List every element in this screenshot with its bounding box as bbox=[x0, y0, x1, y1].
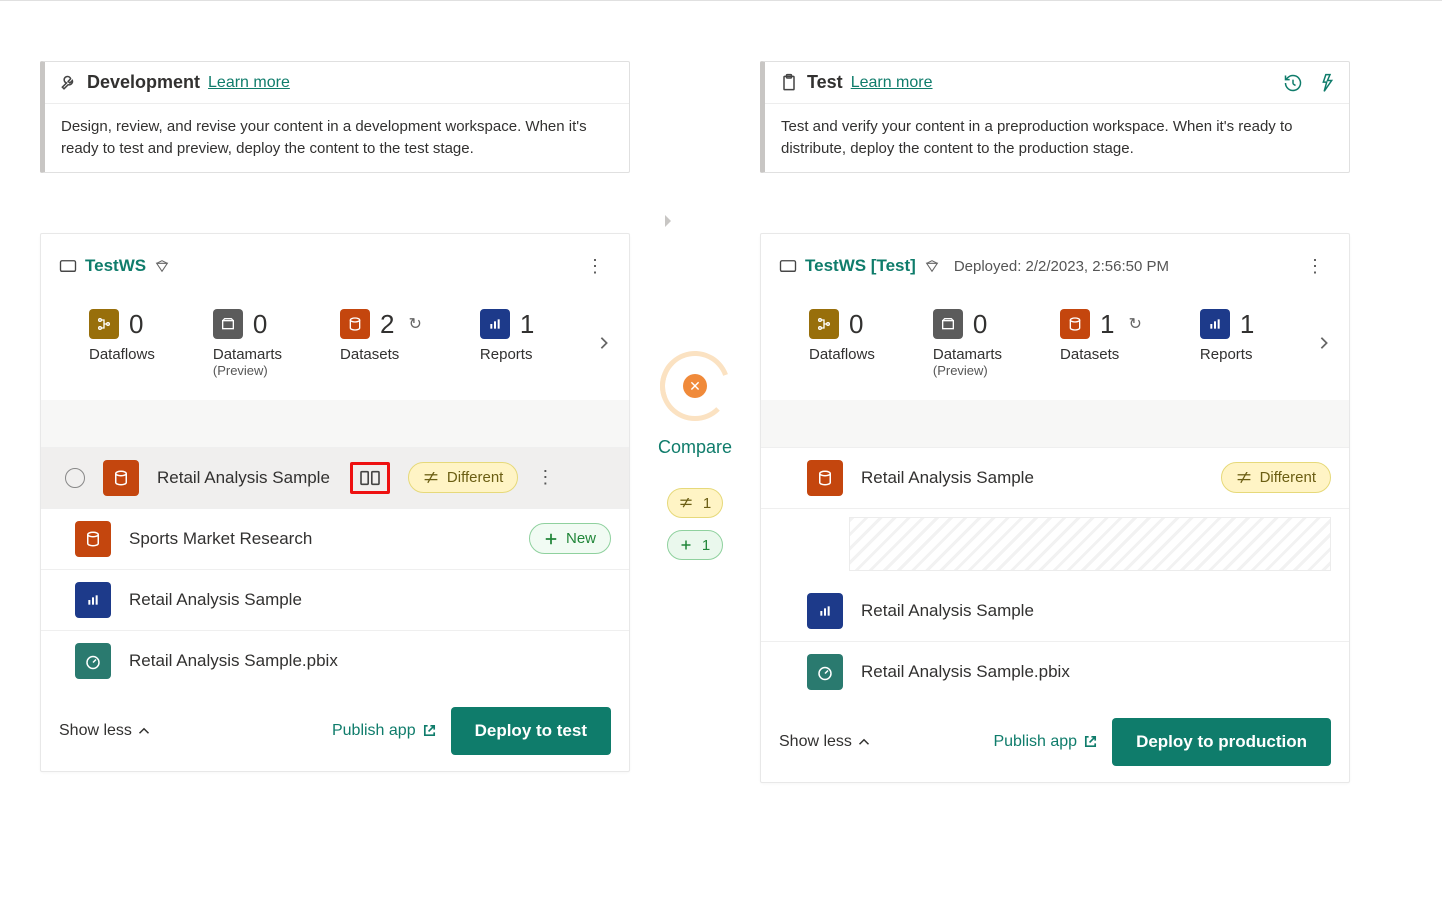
settings-lightning-icon[interactable] bbox=[1315, 73, 1335, 93]
datamart-icon bbox=[933, 309, 963, 339]
test-description: Test and verify your content in a prepro… bbox=[765, 104, 1349, 172]
test-learn-more-link[interactable]: Learn more bbox=[851, 74, 933, 92]
list-item[interactable]: Retail Analysis Sample bbox=[761, 581, 1349, 642]
list-item[interactable]: Retail Analysis Sample.pbix bbox=[761, 642, 1349, 702]
chevron-up-icon bbox=[138, 725, 150, 737]
dataflow-icon bbox=[89, 309, 119, 339]
stage-advance-arrow[interactable] bbox=[660, 161, 676, 281]
refresh-icon[interactable]: ↻ bbox=[1129, 314, 1142, 334]
summary-datasets[interactable]: 1 ↻ Datasets bbox=[1060, 309, 1142, 363]
workspace-icon bbox=[59, 257, 77, 275]
deploy-to-production-button[interactable]: Deploy to production bbox=[1112, 718, 1331, 766]
list-item[interactable]: Retail Analysis Sample Different bbox=[761, 448, 1349, 509]
select-radio[interactable] bbox=[65, 468, 85, 488]
new-badge: New bbox=[529, 523, 611, 554]
publish-app-link[interactable]: Publish app bbox=[993, 733, 1098, 751]
test-more-menu[interactable]: ⋮ bbox=[1298, 252, 1331, 281]
test-workspace-name[interactable]: TestWS [Test] bbox=[805, 256, 916, 276]
dataset-icon bbox=[75, 521, 111, 557]
list-item[interactable]: Sports Market Research New bbox=[41, 509, 629, 570]
test-stage-title: Test bbox=[807, 72, 843, 93]
dataset-icon bbox=[340, 309, 370, 339]
dashboard-icon bbox=[75, 643, 111, 679]
diff-badge: Different bbox=[408, 462, 518, 493]
summary-reports[interactable]: 1 Reports bbox=[1200, 309, 1254, 363]
compare-detail-icon[interactable] bbox=[350, 462, 390, 494]
report-icon bbox=[75, 582, 111, 618]
dev-description: Design, review, and revise your content … bbox=[45, 104, 629, 172]
summary-scroll-right[interactable] bbox=[1317, 336, 1331, 350]
show-less-link[interactable]: Show less bbox=[779, 733, 870, 751]
dev-more-menu[interactable]: ⋮ bbox=[578, 252, 611, 281]
refresh-icon[interactable]: ↻ bbox=[409, 314, 422, 334]
history-icon[interactable] bbox=[1283, 73, 1303, 93]
item-more-menu[interactable]: ⋮ bbox=[536, 467, 554, 488]
clipboard-icon bbox=[779, 73, 799, 93]
summary-scroll-right[interactable] bbox=[597, 336, 611, 350]
dashboard-icon bbox=[807, 654, 843, 690]
summary-dataflows[interactable]: 0 Dataflows bbox=[89, 309, 155, 363]
compare-new-pill[interactable]: 1 bbox=[667, 530, 723, 560]
deployed-timestamp: Deployed: 2/2/2023, 2:56:50 PM bbox=[954, 258, 1169, 275]
summary-datamarts[interactable]: 0 Datamarts (Preview) bbox=[933, 309, 1002, 378]
dataset-icon bbox=[1060, 309, 1090, 339]
summary-dataflows[interactable]: 0 Dataflows bbox=[809, 309, 875, 363]
publish-app-link[interactable]: Publish app bbox=[332, 722, 437, 740]
report-icon bbox=[807, 593, 843, 629]
summary-datamarts[interactable]: 0 Datamarts (Preview) bbox=[213, 309, 282, 378]
show-less-link[interactable]: Show less bbox=[59, 722, 150, 740]
deploy-to-test-button[interactable]: Deploy to test bbox=[451, 707, 611, 755]
wrench-icon bbox=[59, 73, 79, 93]
list-item[interactable]: Retail Analysis Sample bbox=[41, 570, 629, 631]
summary-datasets[interactable]: 2 ↻ Datasets bbox=[340, 309, 422, 363]
datamart-icon bbox=[213, 309, 243, 339]
workspace-icon bbox=[779, 257, 797, 275]
dev-stage-title: Development bbox=[87, 72, 200, 93]
summary-reports[interactable]: 1 Reports bbox=[480, 309, 534, 363]
list-item[interactable]: Retail Analysis Sample.pbix bbox=[41, 631, 629, 691]
compare-button[interactable]: Compare bbox=[658, 437, 732, 458]
diff-badge: Different bbox=[1221, 462, 1331, 493]
open-external-icon bbox=[1083, 734, 1098, 749]
open-external-icon bbox=[422, 723, 437, 738]
dataset-icon bbox=[103, 460, 139, 496]
list-item[interactable]: Retail Analysis Sample Different ⋮ bbox=[41, 448, 629, 509]
dataset-icon bbox=[807, 460, 843, 496]
chevron-up-icon bbox=[858, 736, 870, 748]
diamond-icon bbox=[154, 258, 170, 274]
compare-diff-pill[interactable]: 1 bbox=[667, 488, 723, 518]
placeholder-missing-item bbox=[849, 517, 1331, 571]
dev-learn-more-link[interactable]: Learn more bbox=[208, 74, 290, 92]
dev-workspace-name[interactable]: TestWS bbox=[85, 256, 146, 276]
compare-spinner-icon: ✕ bbox=[660, 351, 730, 421]
report-icon bbox=[480, 309, 510, 339]
report-icon bbox=[1200, 309, 1230, 339]
dataflow-icon bbox=[809, 309, 839, 339]
diamond-icon bbox=[924, 258, 940, 274]
